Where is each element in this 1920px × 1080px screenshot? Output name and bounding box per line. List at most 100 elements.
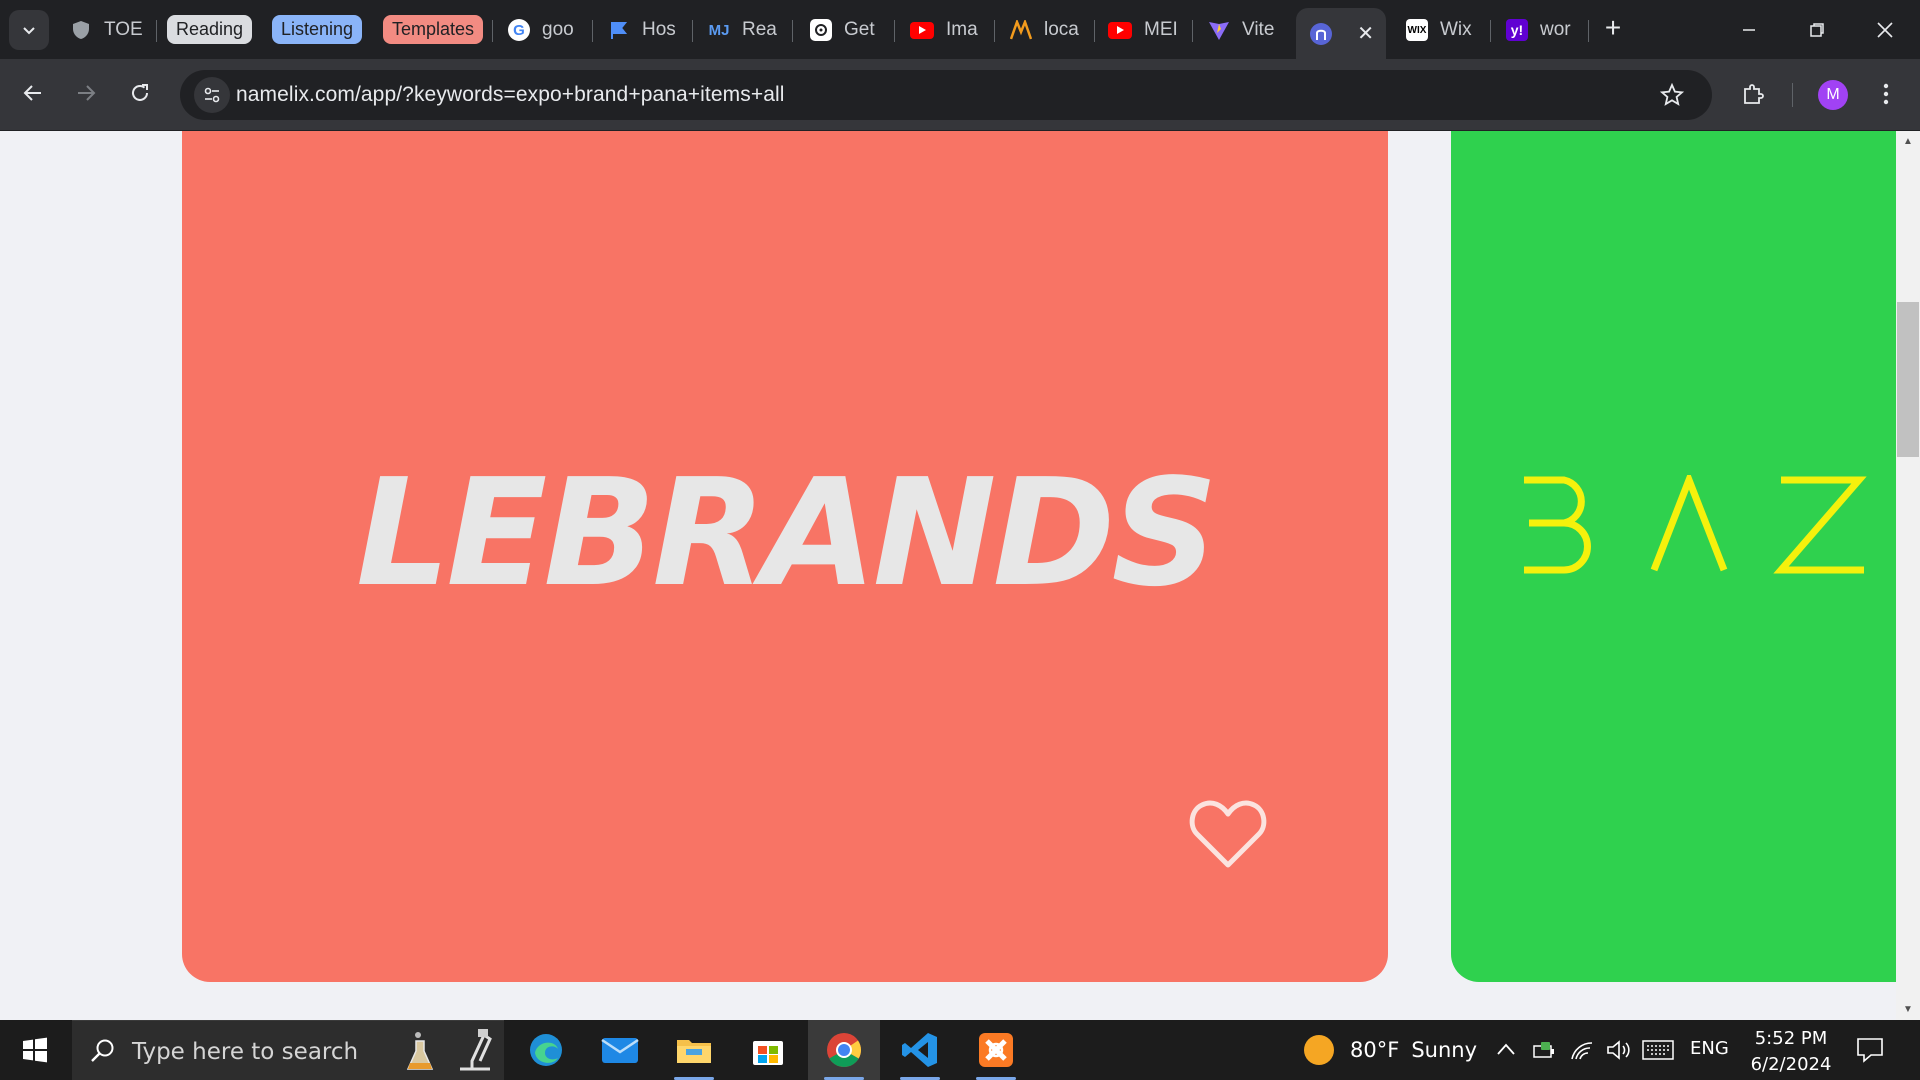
heart-icon[interactable]	[1188, 795, 1268, 871]
tab-ima[interactable]: Ima	[910, 10, 988, 50]
logo-card-lebrands[interactable]: LEBRANDS	[182, 131, 1388, 982]
taskbar-file-explorer[interactable]	[658, 1020, 730, 1080]
scroll-down-icon[interactable]: ▼	[1902, 1005, 1914, 1015]
tab-toe[interactable]: TOE	[70, 10, 144, 50]
kebab-menu-icon	[1883, 83, 1889, 105]
browser-toolbar: namelix.com/app/?keywords=expo+brand+pan…	[0, 59, 1920, 131]
browser-menu-button[interactable]	[1866, 74, 1906, 114]
clock-date: 6/2/2024	[1750, 1054, 1832, 1075]
tab-title: Get	[844, 19, 875, 40]
arrow-left-icon	[23, 85, 41, 101]
forward-button[interactable]	[66, 73, 106, 113]
toolbar-divider	[1792, 83, 1793, 107]
tab-rea[interactable]: MJ Rea	[708, 10, 786, 50]
tab-separator	[1588, 20, 1589, 42]
tab-vite[interactable]: Vite	[1208, 10, 1288, 50]
youtube-icon	[1108, 21, 1132, 39]
tab-separator	[592, 20, 593, 42]
weather-widget[interactable]: 80°F Sunny	[1304, 1034, 1477, 1066]
tab-mei[interactable]: MEI	[1108, 10, 1186, 50]
battery-icon[interactable]	[1532, 1040, 1556, 1060]
tab-group-templates[interactable]: Templates	[383, 15, 484, 44]
minimize-button[interactable]	[1716, 0, 1782, 59]
taskbar-edge[interactable]	[510, 1020, 582, 1080]
close-icon	[1877, 21, 1893, 38]
page-scrollbar[interactable]: ▲ ▼	[1896, 131, 1920, 1020]
mail-icon	[601, 1038, 639, 1063]
tab-title: Rea	[742, 19, 777, 40]
speaker-icon[interactable]	[1606, 1039, 1632, 1061]
folder-icon	[677, 1040, 711, 1063]
tab-title: loca	[1044, 19, 1079, 40]
google-icon: G	[508, 19, 530, 41]
taskbar-vscode[interactable]	[884, 1020, 956, 1080]
wifi-icon[interactable]	[1570, 1039, 1594, 1061]
taskbar-chrome[interactable]	[808, 1020, 880, 1080]
system-clock[interactable]: 5:52 PM 6/2/2024	[1746, 1026, 1836, 1078]
tab-separator	[1490, 20, 1491, 42]
notification-icon[interactable]	[1856, 1036, 1884, 1064]
tab-title: goo	[542, 19, 574, 40]
logo-card-baz[interactable]	[1451, 131, 1896, 982]
taskbar-store[interactable]	[732, 1020, 804, 1080]
tab-yahoo[interactable]: y! wor	[1506, 10, 1584, 50]
tab-google[interactable]: G goo	[508, 10, 586, 50]
scroll-up-icon[interactable]: ▲	[1902, 137, 1914, 147]
tab-loca[interactable]: loca	[1010, 10, 1088, 50]
tab-search-button[interactable]	[9, 10, 49, 50]
scrollbar-thumb[interactable]	[1897, 302, 1919, 457]
keyboard-icon[interactable]	[1642, 1039, 1674, 1061]
tab-separator	[894, 20, 895, 42]
page-viewport: LEBRANDS ▲ ▼	[0, 131, 1920, 1020]
restore-button[interactable]	[1784, 0, 1850, 59]
tab-group-reading[interactable]: Reading	[167, 15, 253, 44]
tab-title: wor	[1540, 19, 1571, 40]
tab-wix[interactable]: WIX Wix	[1406, 10, 1484, 50]
tune-icon	[204, 87, 220, 103]
chevron-up-icon[interactable]	[1496, 1042, 1516, 1056]
science-lab-illustration-icon	[406, 1029, 492, 1071]
new-tab-button[interactable]: +	[1598, 14, 1628, 44]
tab-namelix-active[interactable]: ✕	[1296, 8, 1386, 59]
xampp-icon	[979, 1033, 1013, 1067]
close-tab-icon[interactable]: ✕	[1357, 21, 1374, 46]
tab-title: Wix	[1440, 19, 1472, 40]
taskbar-xampp[interactable]	[960, 1020, 1032, 1080]
tab-separator	[792, 20, 793, 42]
site-info-button[interactable]	[194, 77, 230, 113]
close-window-button[interactable]	[1852, 0, 1918, 59]
wix-icon: WIX	[1406, 19, 1428, 41]
logo-wordmark-lebrands: LEBRANDS	[355, 447, 1218, 619]
address-bar[interactable]: namelix.com/app/?keywords=expo+brand+pan…	[180, 70, 1712, 120]
windows-logo-icon	[23, 1037, 47, 1063]
input-language[interactable]: ENG	[1690, 1038, 1729, 1059]
tab-hos[interactable]: Hos	[608, 10, 686, 50]
tab-separator	[1192, 20, 1193, 42]
tab-get[interactable]: Get	[810, 10, 888, 50]
reload-button[interactable]	[120, 73, 160, 113]
minimize-icon	[1743, 28, 1755, 31]
weather-condition: Sunny	[1411, 1038, 1477, 1062]
taskbar-mail[interactable]	[584, 1020, 656, 1080]
back-button[interactable]	[13, 73, 53, 113]
star-icon	[1660, 83, 1684, 106]
openai-icon	[810, 19, 832, 41]
tab-group-listening[interactable]: Listening	[272, 15, 363, 44]
tab-separator	[692, 20, 693, 42]
youtube-icon	[910, 21, 934, 39]
bookmark-star-button[interactable]	[1656, 79, 1688, 111]
tab-separator	[994, 20, 995, 42]
tab-title: MEI	[1144, 19, 1178, 40]
taskbar-search-box[interactable]: Type here to search	[72, 1020, 504, 1080]
arrow-right-icon	[78, 85, 96, 101]
chevron-down-icon	[23, 27, 35, 35]
url-text[interactable]: namelix.com/app/?keywords=expo+brand+pan…	[236, 83, 785, 107]
start-button[interactable]	[10, 1030, 60, 1070]
shield-icon	[70, 19, 92, 41]
store-icon	[753, 1041, 783, 1065]
yahoo-icon: y!	[1506, 19, 1528, 41]
search-icon	[91, 1039, 114, 1062]
extensions-button[interactable]	[1733, 74, 1773, 114]
profile-avatar[interactable]: M	[1818, 80, 1848, 110]
tab-strip: TOE Reading Listening Templates G goo Ho…	[0, 0, 1920, 59]
